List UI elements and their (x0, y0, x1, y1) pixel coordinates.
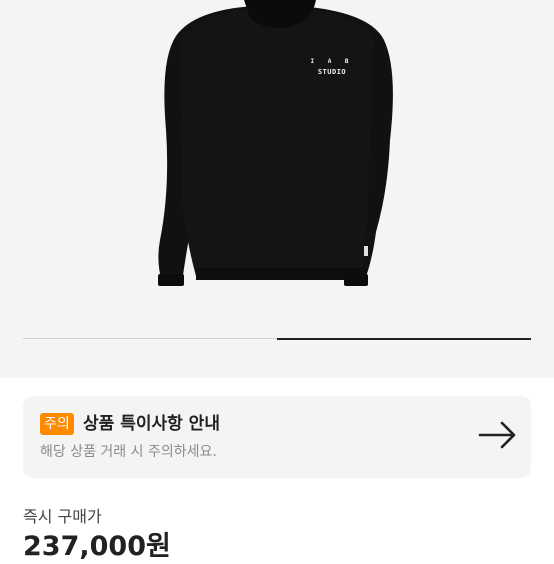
notice-subtitle: 해당 상품 거래 시 주의하세요. (40, 444, 217, 460)
brand-logo: I A B STUDIO (302, 56, 362, 78)
price-value: 237,000원 (23, 531, 171, 562)
image-pager-indicator (277, 338, 531, 340)
hoodie-image (158, 0, 393, 286)
notice-card[interactable]: 주의 상품 특이사항 안내 해당 상품 거래 시 주의하세요. (23, 396, 531, 478)
notice-title: 상품 특이사항 안내 (83, 414, 220, 434)
section-divider (0, 366, 554, 378)
price-label: 즉시 구매가 (23, 507, 102, 526)
product-image-area[interactable]: I A B STUDIO (0, 0, 554, 366)
image-pager (23, 338, 531, 340)
notice-badge: 주의 (40, 413, 74, 435)
arrow-right-icon[interactable] (478, 420, 518, 450)
brand-logo-line1: I A B (310, 58, 354, 65)
brand-logo-line2: STUDIO (317, 68, 347, 76)
